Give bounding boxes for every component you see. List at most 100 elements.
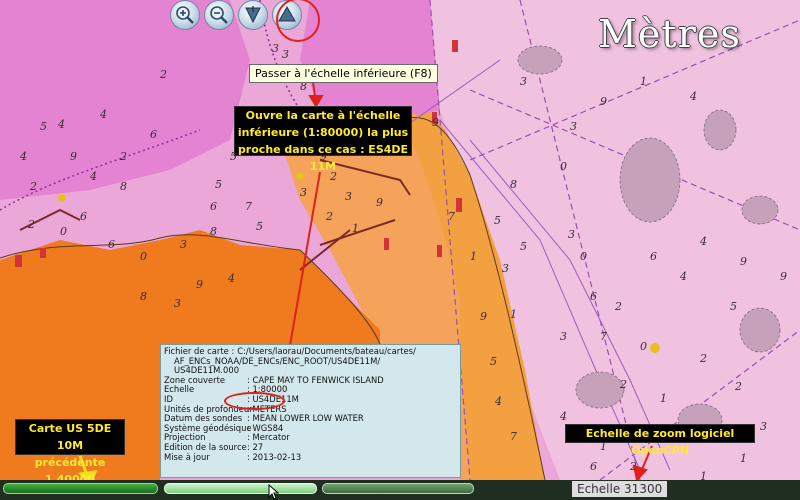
chart-bar-third[interactable] (322, 483, 474, 494)
depth-sounding: 9 (196, 278, 203, 291)
depth-sounding: 9 (740, 255, 747, 268)
depth-sounding: 2 (735, 380, 742, 393)
depth-sounding: 0 (140, 250, 147, 263)
depth-sounding: 3 (502, 262, 509, 275)
depth-sounding: 9 (600, 95, 607, 108)
depth-sounding: 6 (108, 238, 115, 251)
depth-sounding: 6 (80, 210, 87, 223)
depth-sounding: 6 (650, 250, 657, 263)
info-row-scale: Echelle: 1:80000 (164, 385, 457, 395)
zoom-out-icon (210, 6, 228, 24)
scale-up-icon (245, 6, 261, 24)
depth-sounding: 5 (490, 355, 497, 368)
depth-sounding: 2 (615, 300, 622, 313)
depth-sounding: 2 (30, 180, 37, 193)
depth-sounding: 6 (590, 460, 597, 473)
depth-sounding: 3 (560, 330, 567, 343)
depth-sounding: 4 (680, 270, 687, 283)
scale-down-tooltip: Passer à l'échelle inférieure (F8) (249, 64, 438, 83)
callout-line: proche dans ce cas : ES4DE 11M (237, 143, 409, 173)
info-row-update: Mise à jour : 2013-02-13 (164, 451, 457, 463)
depth-sounding: 3 (174, 297, 181, 310)
zoom-in-button[interactable] (170, 0, 200, 30)
depth-sounding: 9 (780, 270, 787, 283)
depth-sounding: 6 (590, 290, 597, 303)
info-value: : 2013-02-13 (247, 451, 302, 462)
depth-sounding: 6 (210, 200, 217, 213)
depth-sounding: 8 (510, 178, 517, 191)
callout-line: inférieure (1:80000) la plus (237, 126, 409, 139)
depth-sounding: 3 (568, 228, 575, 241)
depth-sounding: 9 (480, 310, 487, 323)
depth-sounding: 7 (510, 430, 517, 443)
info-row-geodesy: Système géodésique: WGS84 (164, 423, 457, 434)
depth-sounding: 1 (740, 452, 747, 465)
callout-lower-scale-chart: Ouvre la carte à l'échelle inférieure (1… (234, 106, 412, 173)
chart-bar-us5de10m[interactable] (3, 483, 158, 494)
depth-sounding: 0 (640, 340, 647, 353)
depth-sounding: 2 (630, 460, 637, 473)
info-label: Mise à jour (164, 451, 210, 462)
depth-sounding: 9 (70, 150, 77, 163)
depth-sounding: 4 (20, 150, 27, 163)
depth-sounding: 4 (58, 118, 65, 131)
depth-sounding: 2 (160, 68, 167, 81)
depth-sounding: 2 (28, 218, 35, 231)
units-watermark: Mètres (598, 12, 741, 56)
depth-sounding: 5 (494, 214, 501, 227)
depth-sounding: 3 (282, 48, 289, 61)
depth-sounding: 4 (560, 410, 567, 423)
depth-sounding: 3 (520, 75, 527, 88)
depth-sounding: 7 (245, 200, 252, 213)
depth-sounding: 9 (432, 116, 439, 129)
depth-sounding: 7 (448, 210, 455, 223)
callout-line: Carte US 5DE 10M (28, 422, 112, 452)
depth-sounding: 0 (580, 250, 587, 263)
depth-sounding: 5 (730, 300, 737, 313)
depth-sounding: 1 (470, 250, 477, 263)
depth-sounding: 2 (326, 210, 333, 223)
zoom-scale-readout: Echelle 31300 (572, 481, 667, 497)
depth-sounding: 5 (256, 220, 263, 233)
chart-bar-us4de11m-active[interactable] (164, 483, 317, 494)
depth-sounding: 0 (60, 225, 67, 238)
callout-zoom-scale: Echelle de zoom logiciel OpenCPN (565, 424, 755, 457)
depth-sounding: 5 (40, 120, 47, 133)
zoom-out-button[interactable] (204, 0, 234, 30)
zoom-in-icon (176, 6, 194, 24)
depth-sounding: 4 (100, 108, 107, 121)
depth-sounding: 0 (560, 160, 567, 173)
depth-sounding: 4 (495, 395, 502, 408)
depth-sounding: 4 (700, 235, 707, 248)
chart-info-panel: Fichier de carte : C:/Users/laorau/Docume… (160, 344, 461, 478)
depth-sounding: 2 (620, 378, 627, 391)
depth-sounding: 3 (272, 42, 279, 55)
depth-sounding: 8 (210, 225, 217, 238)
depth-sounding: 8 (120, 180, 127, 193)
info-row-zone: Zone couverte: CAPE MAY TO FENWICK ISLAN… (164, 375, 457, 386)
depth-sounding: 1 (352, 222, 359, 235)
depth-sounding: 9 (376, 196, 383, 209)
depth-sounding: 4 (228, 272, 235, 285)
callout-previous-chart: Carte US 5DE 10M précédente 1.40000 (15, 419, 125, 486)
depth-sounding: 4 (690, 90, 697, 103)
depth-sounding: 3 (760, 420, 767, 433)
scale-down-highlight-ring (276, 0, 320, 42)
chart-id-highlight-ring (224, 392, 285, 410)
depth-sounding: 1 (510, 308, 517, 321)
depth-sounding: 2 (700, 352, 707, 365)
depth-sounding: 4 (90, 170, 97, 183)
depth-sounding: 8 (140, 290, 147, 303)
depth-sounding: 5 (215, 178, 222, 191)
depth-sounding: 3 (300, 186, 307, 199)
depth-sounding: 5 (520, 240, 527, 253)
depth-sounding: 1 (660, 392, 667, 405)
depth-sounding: 3 (570, 120, 577, 133)
mouse-cursor-icon (268, 484, 280, 500)
callout-line: Ouvre la carte à l'échelle (245, 109, 401, 122)
depth-sounding: 3 (180, 238, 187, 251)
scale-up-button[interactable] (238, 0, 268, 30)
depth-sounding: 6 (150, 128, 157, 141)
depth-sounding: 3 (345, 190, 352, 203)
depth-sounding: 7 (600, 330, 607, 343)
